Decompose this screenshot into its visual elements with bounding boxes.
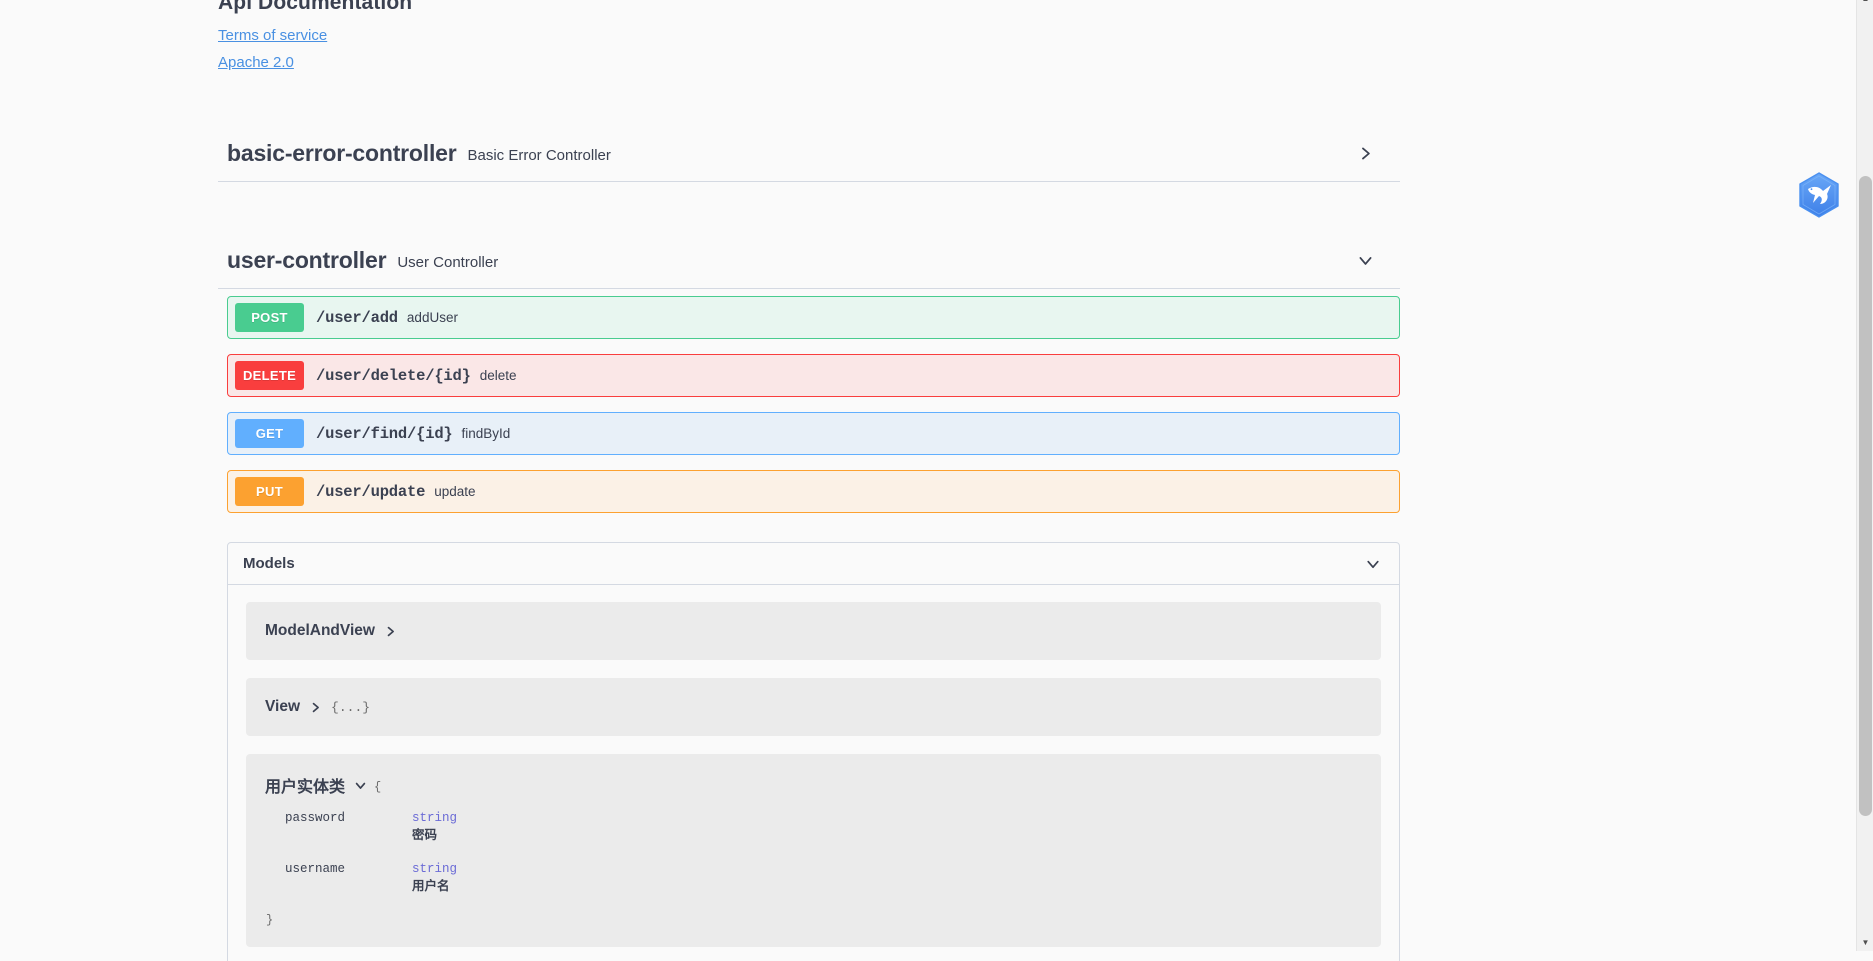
models-body: ModelAndView View {...} 用户实体类 {password… [228,585,1399,961]
content-column: Api Documentation Terms of service Apach… [0,0,1424,961]
tag-description: Basic Error Controller [467,147,611,164]
model-header[interactable]: ModelAndView [265,622,1361,640]
operation-path: /user/update [316,482,426,501]
operations-list: POST /user/add addUser DELETE /user/dele… [218,289,1424,513]
model-name: View [265,698,301,715]
operation-path: /user/find/{id} [316,424,453,443]
operation-path: /user/delete/{id} [316,366,471,385]
models-section: Models ModelAndView View {...} 用户实体类 {p… [227,542,1400,961]
tag-description: User Controller [397,254,499,271]
model-properties-table: password string 密码 username string 用户名 [265,806,457,899]
page-title: Api Documentation [218,0,413,14]
tag-header-basic-error-controller[interactable]: basic-error-controller Basic Error Contr… [218,126,1400,182]
scroll-down-arrow[interactable]: ▼ [1857,934,1873,951]
model-name: ModelAndView [265,622,375,639]
table-row: username string 用户名 [265,848,457,899]
property-description: 用户名 [412,878,450,893]
operation-path: /user/add [316,308,398,327]
scrollbar-thumb[interactable] [1859,176,1872,816]
model-ModelAndView: ModelAndView [246,602,1381,660]
operation-put-user-update[interactable]: PUT /user/update update [227,470,1400,513]
property-name: password [285,811,346,825]
chevron-right-icon[interactable] [309,701,322,714]
operation-summary: delete [479,368,517,383]
tag-section-user-controller: user-controller User Controller POST /us… [218,233,1424,513]
models-title: Models [243,555,295,572]
property-name: username [285,862,346,876]
api-info-block: Api Documentation Terms of service Apach… [218,0,1424,76]
vertical-scrollbar[interactable]: ▲ ▼ [1856,0,1873,951]
tag-title: user-controller [227,247,387,273]
knife4j-floating-button[interactable] [1798,172,1840,218]
terms-of-service-link[interactable]: Terms of service [218,22,1424,49]
http-method-badge: DELETE [235,361,304,390]
model-user-entity: 用户实体类 { password string 密码 username stri… [246,754,1381,947]
operation-summary: findById [461,426,511,441]
license-link[interactable]: Apache 2.0 [218,49,1424,76]
http-method-badge: PUT [235,477,304,506]
tag-section-basic-error-controller: basic-error-controller Basic Error Contr… [218,126,1424,182]
operation-delete-user-delete-id[interactable]: DELETE /user/delete/{id} delete [227,354,1400,397]
chevron-down-icon[interactable] [354,779,367,792]
http-method-badge: POST [235,303,304,332]
tag-title: basic-error-controller [227,140,457,166]
scroll-up-arrow[interactable]: ▲ [1857,0,1873,7]
chevron-down-icon[interactable] [1365,556,1381,572]
model-collapsed-braces: {...} [331,699,371,715]
swagger-ui-page: Api Documentation Terms of service Apach… [0,0,1873,961]
bird-hexagon-icon [1799,172,1839,218]
table-row: password string 密码 [265,806,457,848]
operation-summary: update [434,484,476,499]
http-method-badge: GET [235,419,304,448]
property-type: string [412,862,458,876]
models-header[interactable]: Models [228,543,1399,585]
operation-summary: addUser [406,310,458,325]
tag-header-user-controller[interactable]: user-controller User Controller [218,233,1400,289]
chevron-right-icon[interactable] [384,625,397,638]
model-name: 用户实体类 [265,777,346,796]
operation-get-user-find-id[interactable]: GET /user/find/{id} findById [227,412,1400,455]
chevron-down-icon[interactable] [1355,251,1375,271]
model-close-brace: } [266,913,274,927]
property-description: 密码 [412,827,438,842]
swagger-ui-container: Api Documentation Terms of service Apach… [0,0,1873,961]
operation-post-user-add[interactable]: POST /user/add addUser [227,296,1400,339]
model-open-brace: { [374,780,382,794]
model-header[interactable]: 用户实体类 { [265,773,1361,797]
property-type: string [412,811,458,825]
model-View: View {...} [246,678,1381,736]
chevron-right-icon[interactable] [1355,144,1375,164]
model-header[interactable]: View {...} [265,698,1361,716]
